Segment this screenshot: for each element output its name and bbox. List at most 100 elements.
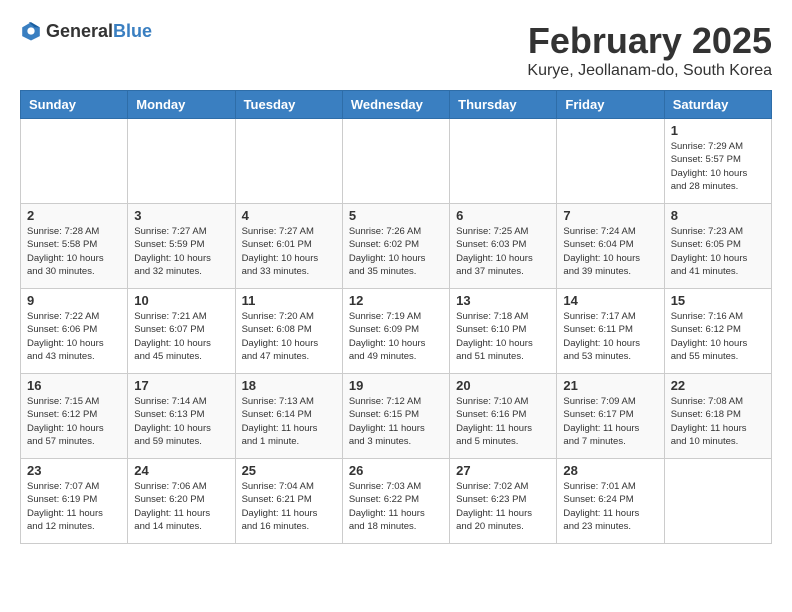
weekday-header: Thursday <box>450 91 557 119</box>
calendar-week-row: 9 Sunrise: 7:22 AM Sunset: 6:06 PM Daylig… <box>21 289 772 374</box>
day-number: 13 <box>456 293 550 308</box>
weekday-header: Tuesday <box>235 91 342 119</box>
calendar-week-row: 2 Sunrise: 7:28 AM Sunset: 5:58 PM Daylig… <box>21 204 772 289</box>
day-number: 5 <box>349 208 443 223</box>
day-info: Sunrise: 7:16 AM Sunset: 6:12 PM Dayligh… <box>671 310 765 363</box>
day-number: 10 <box>134 293 228 308</box>
calendar-cell: 25 Sunrise: 7:04 AM Sunset: 6:21 PM Dayli… <box>235 459 342 544</box>
day-number: 15 <box>671 293 765 308</box>
day-info: Sunrise: 7:21 AM Sunset: 6:07 PM Dayligh… <box>134 310 228 363</box>
day-info: Sunrise: 7:29 AM Sunset: 5:57 PM Dayligh… <box>671 140 765 193</box>
day-info: Sunrise: 7:02 AM Sunset: 6:23 PM Dayligh… <box>456 480 550 533</box>
day-number: 2 <box>27 208 121 223</box>
day-info: Sunrise: 7:12 AM Sunset: 6:15 PM Dayligh… <box>349 395 443 448</box>
day-info: Sunrise: 7:06 AM Sunset: 6:20 PM Dayligh… <box>134 480 228 533</box>
day-number: 6 <box>456 208 550 223</box>
day-number: 19 <box>349 378 443 393</box>
calendar-cell: 3 Sunrise: 7:27 AM Sunset: 5:59 PM Daylig… <box>128 204 235 289</box>
day-number: 21 <box>563 378 657 393</box>
calendar-cell: 12Sunrise: 7:19 AM Sunset: 6:09 PM Dayli… <box>342 289 449 374</box>
day-number: 9 <box>27 293 121 308</box>
calendar-cell: 21Sunrise: 7:09 AM Sunset: 6:17 PM Dayli… <box>557 374 664 459</box>
calendar-cell <box>557 119 664 204</box>
day-info: Sunrise: 7:18 AM Sunset: 6:10 PM Dayligh… <box>456 310 550 363</box>
calendar-cell: 18Sunrise: 7:13 AM Sunset: 6:14 PM Dayli… <box>235 374 342 459</box>
day-info: Sunrise: 7:26 AM Sunset: 6:02 PM Dayligh… <box>349 225 443 278</box>
header: GeneralBlue February 2025 Kurye, Jeollan… <box>20 20 772 80</box>
day-info: Sunrise: 7:27 AM Sunset: 6:01 PM Dayligh… <box>242 225 336 278</box>
calendar-header-row: SundayMondayTuesdayWednesdayThursdayFrid… <box>21 91 772 119</box>
calendar-table: SundayMondayTuesdayWednesdayThursdayFrid… <box>20 90 772 544</box>
calendar-cell <box>664 459 771 544</box>
calendar-cell: 2 Sunrise: 7:28 AM Sunset: 5:58 PM Daylig… <box>21 204 128 289</box>
day-number: 14 <box>563 293 657 308</box>
day-info: Sunrise: 7:23 AM Sunset: 6:05 PM Dayligh… <box>671 225 765 278</box>
calendar-cell: 14 Sunrise: 7:17 AM Sunset: 6:11 PM Dayli… <box>557 289 664 374</box>
logo-text-blue: Blue <box>113 21 152 41</box>
weekday-header: Friday <box>557 91 664 119</box>
day-number: 27 <box>456 463 550 478</box>
calendar-cell: 19 Sunrise: 7:12 AM Sunset: 6:15 PM Dayli… <box>342 374 449 459</box>
day-number: 20 <box>456 378 550 393</box>
day-number: 24 <box>134 463 228 478</box>
day-number: 22 <box>671 378 765 393</box>
day-number: 12 <box>349 293 443 308</box>
day-info: Sunrise: 7:24 AM Sunset: 6:04 PM Dayligh… <box>563 225 657 278</box>
day-number: 23 <box>27 463 121 478</box>
day-number: 8 <box>671 208 765 223</box>
location-title: Kurye, Jeollanam-do, South Korea <box>527 62 772 80</box>
weekday-header: Wednesday <box>342 91 449 119</box>
day-info: Sunrise: 7:15 AM Sunset: 6:12 PM Dayligh… <box>27 395 121 448</box>
calendar-cell: 20 Sunrise: 7:10 AM Sunset: 6:16 PM Dayli… <box>450 374 557 459</box>
weekday-header: Saturday <box>664 91 771 119</box>
day-info: Sunrise: 7:20 AM Sunset: 6:08 PM Dayligh… <box>242 310 336 363</box>
calendar-cell: 28 Sunrise: 7:01 AM Sunset: 6:24 PM Dayli… <box>557 459 664 544</box>
day-number: 4 <box>242 208 336 223</box>
day-number: 3 <box>134 208 228 223</box>
day-number: 7 <box>563 208 657 223</box>
calendar-cell: 10 Sunrise: 7:21 AM Sunset: 6:07 PM Dayli… <box>128 289 235 374</box>
calendar-cell: 16 Sunrise: 7:15 AM Sunset: 6:12 PM Dayli… <box>21 374 128 459</box>
calendar-cell: 22 Sunrise: 7:08 AM Sunset: 6:18 PM Dayli… <box>664 374 771 459</box>
day-info: Sunrise: 7:25 AM Sunset: 6:03 PM Dayligh… <box>456 225 550 278</box>
calendar-cell: 27 Sunrise: 7:02 AM Sunset: 6:23 PM Dayli… <box>450 459 557 544</box>
calendar-cell: 9 Sunrise: 7:22 AM Sunset: 6:06 PM Daylig… <box>21 289 128 374</box>
day-info: Sunrise: 7:03 AM Sunset: 6:22 PM Dayligh… <box>349 480 443 533</box>
day-info: Sunrise: 7:01 AM Sunset: 6:24 PM Dayligh… <box>563 480 657 533</box>
day-number: 16 <box>27 378 121 393</box>
title-area: February 2025 Kurye, Jeollanam-do, South… <box>527 20 772 80</box>
calendar-cell: 8 Sunrise: 7:23 AM Sunset: 6:05 PM Daylig… <box>664 204 771 289</box>
calendar-cell: 4 Sunrise: 7:27 AM Sunset: 6:01 PM Daylig… <box>235 204 342 289</box>
day-number: 17 <box>134 378 228 393</box>
day-number: 11 <box>242 293 336 308</box>
calendar-cell <box>342 119 449 204</box>
day-info: Sunrise: 7:07 AM Sunset: 6:19 PM Dayligh… <box>27 480 121 533</box>
calendar-cell: 13 Sunrise: 7:18 AM Sunset: 6:10 PM Dayli… <box>450 289 557 374</box>
day-info: Sunrise: 7:10 AM Sunset: 6:16 PM Dayligh… <box>456 395 550 448</box>
calendar-cell: 7 Sunrise: 7:24 AM Sunset: 6:04 PM Daylig… <box>557 204 664 289</box>
day-info: Sunrise: 7:27 AM Sunset: 5:59 PM Dayligh… <box>134 225 228 278</box>
day-info: Sunrise: 7:28 AM Sunset: 5:58 PM Dayligh… <box>27 225 121 278</box>
day-number: 25 <box>242 463 336 478</box>
calendar-cell: 5 Sunrise: 7:26 AM Sunset: 6:02 PM Daylig… <box>342 204 449 289</box>
day-info: Sunrise: 7:22 AM Sunset: 6:06 PM Dayligh… <box>27 310 121 363</box>
month-title: February 2025 <box>527 20 772 62</box>
calendar-cell <box>235 119 342 204</box>
calendar-cell: 17 Sunrise: 7:14 AM Sunset: 6:13 PM Dayli… <box>128 374 235 459</box>
calendar-week-row: 16 Sunrise: 7:15 AM Sunset: 6:12 PM Dayli… <box>21 374 772 459</box>
calendar-cell: 23 Sunrise: 7:07 AM Sunset: 6:19 PM Dayli… <box>21 459 128 544</box>
day-number: 28 <box>563 463 657 478</box>
calendar-cell: 26Sunrise: 7:03 AM Sunset: 6:22 PM Dayli… <box>342 459 449 544</box>
day-info: Sunrise: 7:17 AM Sunset: 6:11 PM Dayligh… <box>563 310 657 363</box>
day-info: Sunrise: 7:14 AM Sunset: 6:13 PM Dayligh… <box>134 395 228 448</box>
calendar-cell <box>128 119 235 204</box>
logo-icon <box>20 20 42 42</box>
weekday-header: Sunday <box>21 91 128 119</box>
calendar-week-row: 23 Sunrise: 7:07 AM Sunset: 6:19 PM Dayli… <box>21 459 772 544</box>
calendar-cell: 15 Sunrise: 7:16 AM Sunset: 6:12 PM Dayli… <box>664 289 771 374</box>
day-info: Sunrise: 7:08 AM Sunset: 6:18 PM Dayligh… <box>671 395 765 448</box>
day-info: Sunrise: 7:04 AM Sunset: 6:21 PM Dayligh… <box>242 480 336 533</box>
logo: GeneralBlue <box>20 20 152 42</box>
calendar-week-row: 1Sunrise: 7:29 AM Sunset: 5:57 PM Daylig… <box>21 119 772 204</box>
day-number: 18 <box>242 378 336 393</box>
